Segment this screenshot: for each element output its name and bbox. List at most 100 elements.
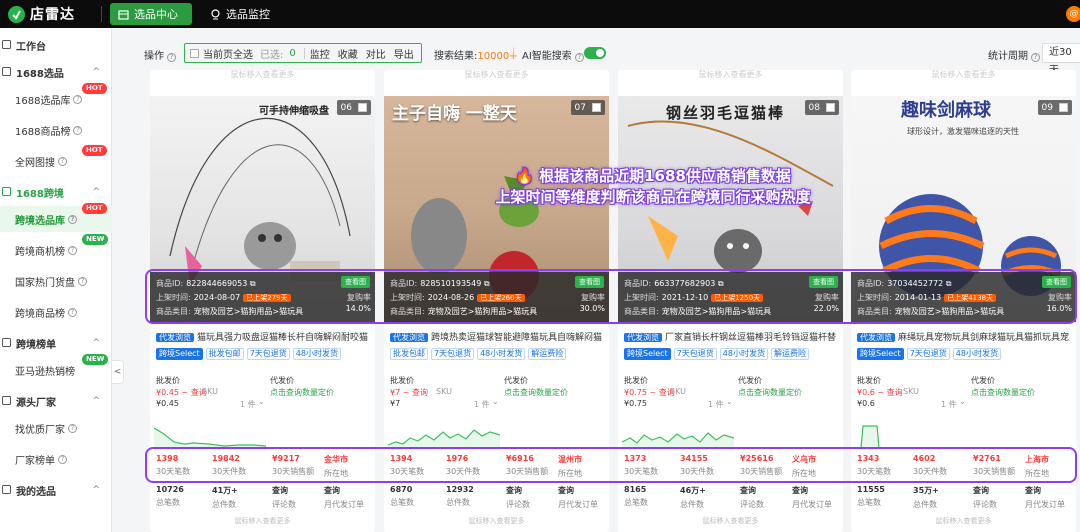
query-price-link[interactable]: 点击查询数量定价 <box>504 387 568 398</box>
sidebar-item-7[interactable]: 跨境商机榜? NEW <box>0 234 112 263</box>
help-icon: ? <box>73 94 83 104</box>
chevron-up-icon[interactable]: ^ <box>92 67 100 77</box>
chevron-up-icon[interactable]: ^ <box>92 338 100 348</box>
hover-hint: 鼠标移入查看更多 <box>935 517 992 525</box>
sidebar-item-label: 厂家榜单 <box>15 455 55 467</box>
stats-highlight-box <box>145 447 1077 483</box>
chevron-up-icon[interactable]: ^ <box>92 396 100 406</box>
card-select-checkbox[interactable] <box>826 103 835 112</box>
chevron-down-icon[interactable]: ⌄ <box>492 397 499 406</box>
sidebar-item-10[interactable]: 跨境榜单 ^ <box>0 330 112 356</box>
sidebar-item-label: 国家热门货盘 <box>15 277 75 289</box>
stat-cell: 11555 总笔数 <box>857 485 885 507</box>
chevron-up-icon[interactable]: ^ <box>92 485 100 495</box>
sidebar-item-14[interactable]: 厂家榜单? <box>0 446 112 472</box>
sidebar-item-0[interactable]: 工作台 <box>0 32 112 58</box>
sidebar-item-6[interactable]: 跨境选品库? HOT <box>0 203 112 232</box>
toolbar: 操作? 当前页全选 已选: 0 监控 收藏 对比 导出 搜索结果:10000+ … <box>124 36 1080 76</box>
product-title[interactable]: 代发浏览 厂家直销长杆钢丝逗猫棒羽毛铃铛逗猫杆替... <box>624 330 837 344</box>
user-avatar[interactable]: @ <box>1066 6 1080 22</box>
period-label: 统计周期? <box>988 47 1040 62</box>
sidebar-item-2[interactable]: 1688选品库? HOT <box>0 83 112 112</box>
sidebar-item-13[interactable]: 找优质厂家? <box>0 415 112 441</box>
help-icon: ? <box>68 423 77 433</box>
dropship-tag: 代发浏览 <box>857 333 895 342</box>
monitor-button[interactable]: 监控 <box>310 46 330 61</box>
sales-trend-chart <box>154 427 266 450</box>
sidebar-item-3[interactable]: 1688商品榜? <box>0 117 112 143</box>
card-select-checkbox[interactable] <box>592 103 601 112</box>
help-icon: ? <box>167 53 176 62</box>
sidebar-item-12[interactable]: 源头厂家 ^ <box>0 388 112 414</box>
product-title[interactable]: 代发浏览 猫玩具强力吸盘逗猫棒长杆自嗨解闷耐咬猫... <box>156 330 369 344</box>
select-page-checkbox[interactable] <box>190 48 199 58</box>
unit-label: 1 件 <box>708 400 724 409</box>
total-stats: 11555 总笔数 35万+ 总件数 查询 评论数 查询 月代发订单 <box>857 485 1076 513</box>
query-price-link[interactable]: 点击查询数量定价 <box>738 387 802 398</box>
sidebar-collapse-button[interactable]: < <box>112 360 124 384</box>
help-icon: ? <box>58 454 67 464</box>
sidebar-item-8[interactable]: 国家热门货盘? <box>0 268 112 294</box>
menu-icon <box>2 187 12 197</box>
batch-price[interactable]: ¥7 ~ 查询 <box>390 387 428 398</box>
chevron-up-icon[interactable]: ^ <box>92 187 100 197</box>
service-tag: 跨境Select <box>624 348 671 360</box>
favorite-button[interactable]: 收藏 <box>338 46 358 61</box>
dropship-price-label: 代发价 <box>738 376 762 385</box>
ai-search-label: AI智能搜索? <box>522 47 584 62</box>
image-subcaption: 球形设计，激发猫咪追逐的天性 <box>907 127 1019 136</box>
stat-cell: 查询 评论数 <box>740 486 764 509</box>
period-select[interactable]: 近30天 <box>1042 43 1080 76</box>
compare-button[interactable]: 对比 <box>366 46 386 61</box>
menu-icon <box>2 338 12 348</box>
sidebar-item-5[interactable]: 1688跨境 ^ <box>0 179 112 205</box>
help-icon: ? <box>68 245 77 255</box>
logo-icon <box>8 5 25 23</box>
help-icon: ? <box>73 125 83 135</box>
menu-icon <box>2 67 12 77</box>
sidebar-item-label: 1688选品库 <box>15 95 71 107</box>
hover-hint: 鼠标移入查看更多 <box>468 517 525 525</box>
chevron-down-icon[interactable]: ⌄ <box>258 397 265 406</box>
batch-price-sub: ¥0.6 <box>857 399 875 408</box>
product-title[interactable]: 代发浏览 麻绳玩具宠物玩具剑麻球猫玩具猫抓玩具宠... <box>857 330 1070 344</box>
service-tag: 48小时发货 <box>719 348 768 360</box>
query-price-link[interactable]: 点击查询数量定价 <box>270 387 334 398</box>
fire-icon: 🔥 <box>515 167 534 185</box>
card-select-checkbox[interactable] <box>1059 103 1068 112</box>
unit-label: 1 件 <box>474 400 490 409</box>
service-tag: 解运费险 <box>770 348 809 360</box>
stat-cell: 12932 总件数 <box>446 485 474 507</box>
info-highlight-box <box>145 269 1077 324</box>
product-title[interactable]: 代发浏览 跨境热卖逗猫球智能避障猫玩具自嗨解闷猫... <box>390 330 603 344</box>
card-select-checkbox[interactable] <box>358 103 367 112</box>
service-tag: 48小时发货 <box>477 348 526 360</box>
export-button[interactable]: 导出 <box>394 46 414 61</box>
batch-price[interactable]: ¥0.75 ~ 查询 <box>624 387 675 398</box>
query-price-link[interactable]: 点击查询数量定价 <box>971 387 1035 398</box>
stat-cell: 35万+ 总件数 <box>913 486 939 509</box>
tab-product-monitor[interactable]: 选品监控 <box>202 3 278 25</box>
sales-trend-chart <box>855 425 967 450</box>
batch-price[interactable]: ¥0.45 ~ 查询 <box>156 387 207 398</box>
batch-price-sub: ¥0.45 <box>156 399 179 408</box>
sidebar-item-1[interactable]: 1688选品 ^ <box>0 59 112 85</box>
top-bar: 店雷达 选品中心 选品监控 @ 赠 <box>0 0 1080 28</box>
chevron-down-icon[interactable]: ⌄ <box>726 397 733 406</box>
sidebar-item-4[interactable]: 全网图搜? HOT <box>0 145 112 174</box>
chevron-down-icon[interactable]: ⌄ <box>959 397 966 406</box>
sidebar-item-11[interactable]: 亚马逊热销榜 NEW <box>0 354 112 383</box>
select-page-label[interactable]: 当前页全选 <box>203 46 253 61</box>
ai-search-toggle[interactable] <box>584 47 606 59</box>
batch-price-label: 批发价 <box>624 376 648 385</box>
sidebar-item-label: 跨境商机榜 <box>15 246 65 258</box>
sidebar-item-label: 工作台 <box>16 41 46 53</box>
menu-icon <box>2 40 12 50</box>
sidebar-item-15[interactable]: 我的选品 ^ <box>0 477 112 503</box>
app-logo[interactable]: 店雷达 <box>8 4 75 24</box>
sidebar-item-9[interactable]: 跨境商品榜? <box>0 299 112 325</box>
service-tag: 48小时发货 <box>292 348 341 360</box>
batch-price[interactable]: ¥0.6 ~ 查询 <box>857 387 903 398</box>
tab-product-center[interactable]: 选品中心 <box>110 3 192 25</box>
total-stats: 10726 总笔数 41万+ 总件数 查询 评论数 查询 月代发订单 <box>156 485 375 513</box>
